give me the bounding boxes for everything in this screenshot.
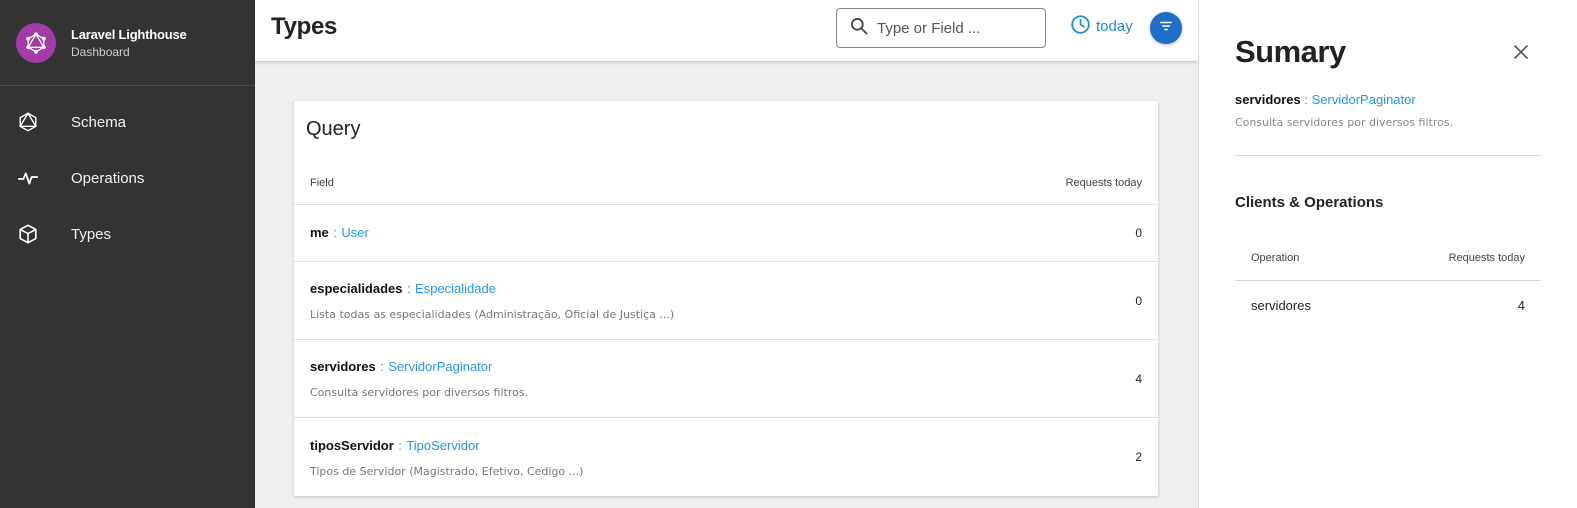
field-name: especialidades — [310, 281, 403, 296]
field-summary: servidores : ServidorPaginator Consulta … — [1235, 92, 1541, 156]
field-type-link[interactable]: ServidorPaginator — [388, 359, 492, 374]
field-type-link[interactable]: User — [341, 225, 368, 240]
field-name: me — [310, 225, 329, 240]
table-row[interactable]: servidores 4 — [1235, 281, 1541, 329]
field-description: Tipos de Servidor (Magistrado, Efetivo, … — [310, 464, 584, 478]
sidebar: Laravel Lighthouse Dashboard Schema Oper… — [0, 0, 255, 508]
clock-icon — [1070, 14, 1091, 39]
app-subtitle: Dashboard — [71, 44, 130, 59]
graphql-logo-icon — [16, 22, 56, 63]
column-header-operation: Operation — [1251, 251, 1300, 264]
table-row[interactable]: especialidades : Especialidade Lista tod… — [294, 262, 1158, 340]
query-card: Query Field Requests today me : User 0 e… — [294, 101, 1158, 496]
field-separator: : — [333, 225, 337, 240]
search-icon — [849, 16, 869, 41]
sidebar-item-label: Operations — [71, 169, 145, 187]
field-separator: : — [398, 437, 402, 453]
graphql-icon — [16, 110, 40, 134]
table-header: Operation Requests today — [1235, 235, 1541, 281]
field-separator: : — [406, 281, 411, 296]
top-bar: Types today — [255, 0, 1198, 62]
summary-field-name: servidores — [1235, 92, 1301, 107]
request-count: 4 — [1135, 371, 1142, 386]
table-row[interactable]: me : User 0 — [294, 205, 1158, 262]
cube-icon — [16, 222, 40, 246]
request-count: 2 — [1135, 450, 1142, 464]
pulse-icon — [16, 166, 40, 190]
request-count: 0 — [1135, 293, 1142, 308]
field-name: tiposServidor — [310, 437, 394, 453]
column-header-field: Field — [310, 176, 334, 189]
card-title: Query — [306, 118, 361, 140]
table-row[interactable]: tiposServidor : TipoServidor Tipos de Se… — [294, 418, 1158, 496]
table-header: Field Requests today — [294, 161, 1158, 205]
sidebar-item-types[interactable]: Types — [0, 206, 255, 262]
field-type-link[interactable]: TipoServidor — [406, 438, 479, 453]
summary-field-type-link[interactable]: ServidorPaginator — [1312, 92, 1416, 107]
main-content: Types today — [255, 0, 1198, 508]
sidebar-item-operations[interactable]: Operations — [0, 150, 255, 206]
table-row[interactable]: servidores : ServidorPaginator Consulta … — [294, 340, 1158, 418]
search-input[interactable] — [877, 19, 1037, 37]
search-box[interactable] — [836, 8, 1046, 48]
column-header-requests: Requests today — [1448, 251, 1525, 264]
operation-name: servidores — [1251, 297, 1311, 313]
date-range-button[interactable]: today — [1070, 14, 1133, 39]
filter-button[interactable] — [1150, 12, 1182, 44]
clients-operations-title: Clients & Operations — [1235, 194, 1384, 211]
sidebar-nav: Schema Operations Types — [0, 94, 255, 262]
field-description: Lista todas as especialidades (Administr… — [310, 308, 675, 321]
app-name: Laravel Lighthouse — [71, 26, 187, 42]
sidebar-item-label: Types — [71, 225, 112, 243]
filter-icon — [1159, 19, 1173, 38]
summary-panel: Sumary servidores : ServidorPaginator Co… — [1198, 0, 1577, 508]
operations-table: Operation Requests today servidores 4 — [1235, 235, 1541, 329]
panel-title: Sumary — [1235, 34, 1346, 69]
page-title: Types — [271, 13, 338, 40]
date-range-label: today — [1096, 18, 1133, 35]
close-icon — [1514, 45, 1528, 59]
sidebar-item-schema[interactable]: Schema — [0, 94, 255, 150]
request-count: 0 — [1135, 226, 1142, 240]
brand[interactable]: Laravel Lighthouse Dashboard — [0, 0, 255, 86]
summary-separator: : — [1304, 92, 1309, 107]
sidebar-item-label: Schema — [71, 113, 127, 131]
field-name: servidores — [310, 359, 376, 374]
field-description: Consulta servidores por diversos filtros… — [310, 386, 529, 399]
close-button[interactable] — [1512, 43, 1530, 61]
field-separator: : — [380, 359, 384, 374]
field-type-link[interactable]: Especialidade — [415, 281, 496, 296]
column-header-requests: Requests today — [1065, 176, 1142, 189]
request-count: 4 — [1517, 297, 1525, 313]
summary-field-description: Consulta servidores por diversos filtros… — [1235, 116, 1454, 129]
